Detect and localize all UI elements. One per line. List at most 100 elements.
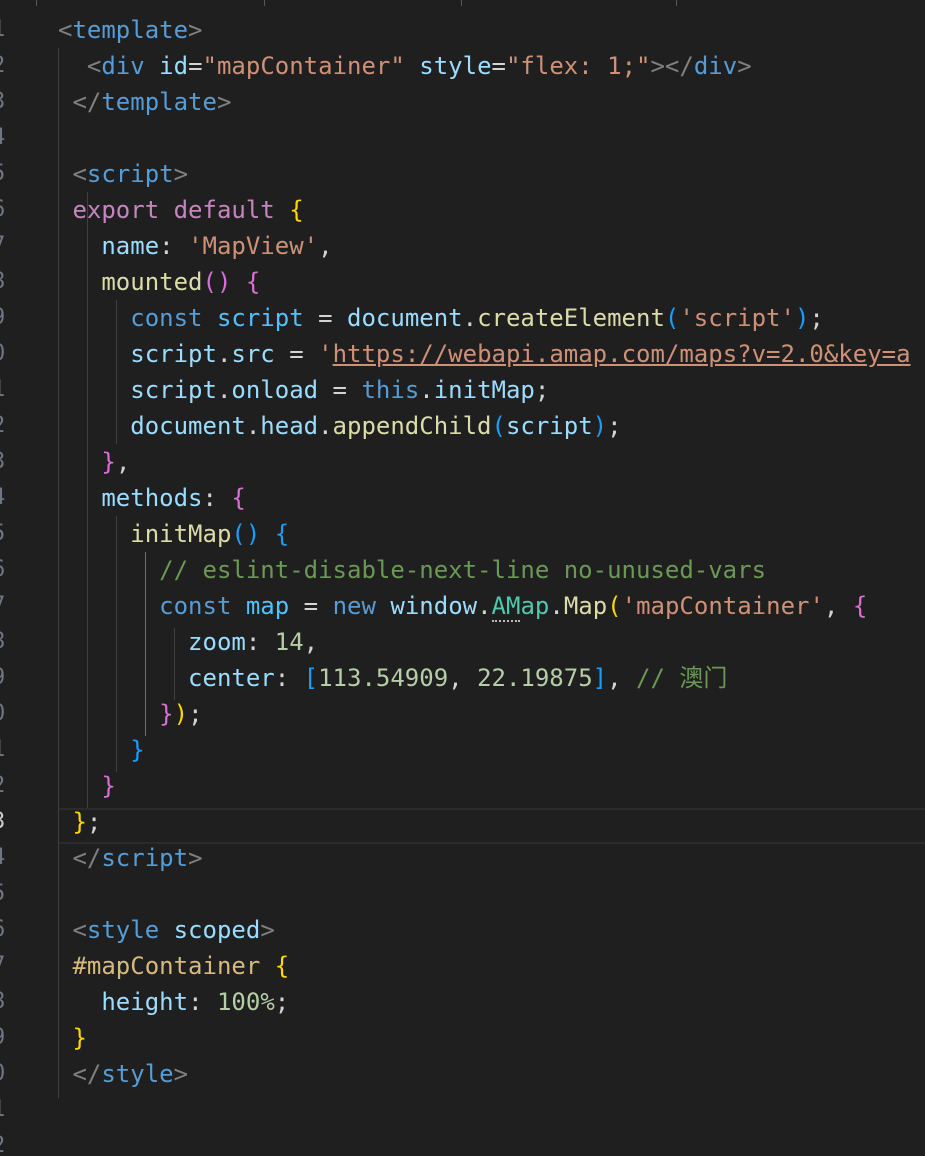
code-line[interactable]: 8 mounted() { — [0, 264, 925, 300]
code-line[interactable]: 3 }, — [0, 444, 925, 480]
code-token: center — [188, 664, 275, 692]
code-token: } — [72, 1024, 87, 1052]
code-token: . — [216, 340, 232, 368]
code-line[interactable]: 2 — [0, 1128, 925, 1156]
code-line[interactable]: 5 — [0, 876, 925, 912]
code-line[interactable]: 1 script.onload = this.initMap; — [0, 372, 925, 408]
code-text: }; — [58, 804, 101, 840]
code-token: </ — [72, 844, 102, 872]
code-line[interactable]: 9 } — [0, 1020, 925, 1056]
code-line[interactable]: 6 <style scoped> — [0, 912, 925, 948]
tab-separator — [461, 0, 462, 6]
code-token: } — [101, 772, 116, 800]
code-line[interactable]: 9 center: [113.54909, 22.19875], // 澳门 — [0, 660, 925, 696]
code-token: const — [130, 304, 203, 332]
code-token: ( — [491, 412, 506, 440]
code-token: ap — [520, 592, 550, 620]
code-line[interactable]: 3 }; — [0, 804, 925, 840]
code-token: = — [188, 52, 203, 80]
code-token: document — [347, 304, 463, 332]
code-token: </ — [72, 88, 102, 116]
code-line[interactable]: 7 name: 'MapView', — [0, 228, 925, 264]
code-token: : — [202, 484, 232, 512]
code-line[interactable]: 4 </script> — [0, 840, 925, 876]
code-token: ; — [188, 700, 203, 728]
code-line[interactable]: 0 </style> — [0, 1056, 925, 1092]
code-line[interactable]: 7 #mapContainer { — [0, 948, 925, 984]
code-line[interactable]: 5 initMap() { — [0, 516, 925, 552]
code-token: script — [505, 412, 593, 440]
code-line[interactable]: 5 <script> — [0, 156, 925, 192]
line-number: 1 — [0, 372, 12, 408]
code-token: script — [130, 340, 217, 368]
code-line[interactable]: 0 }); — [0, 696, 925, 732]
code-line[interactable]: 9 const script = document.createElement(… — [0, 300, 925, 336]
code-line[interactable]: 8 height: 100%; — [0, 984, 925, 1020]
code-line[interactable]: 2 document.head.appendChild(script); — [0, 408, 925, 444]
code-text: } — [58, 768, 116, 804]
code-token: "flex: 1;" — [505, 52, 651, 80]
code-line[interactable]: 7 const map = new window.AMap.Map('mapCo… — [0, 588, 925, 624]
code-line[interactable]: 4 methods: { — [0, 480, 925, 516]
code-line[interactable]: 4 — [0, 120, 925, 156]
code-line[interactable]: 2 } — [0, 768, 925, 804]
code-token: ; — [809, 304, 824, 332]
code-token: : — [159, 232, 189, 260]
code-token: = — [318, 376, 362, 404]
code-token: < — [58, 16, 73, 44]
code-token: < — [86, 52, 102, 80]
code-line[interactable]: 1 <template> — [0, 12, 925, 48]
code-line[interactable]: 0 script.src = 'https://webapi.amap.com/… — [0, 336, 925, 372]
code-token: . — [462, 304, 478, 332]
code-token: < — [72, 916, 87, 944]
code-token: Map — [563, 592, 608, 620]
code-token: { — [289, 196, 304, 224]
line-number: 7 — [0, 948, 12, 984]
code-text: <div id="mapContainer" style="flex: 1;">… — [58, 48, 752, 84]
tab-strip-fragment — [0, 0, 925, 6]
code-token: ) — [794, 304, 810, 332]
code-token: : — [245, 628, 275, 656]
code-text: mounted() { — [58, 264, 260, 300]
code-line[interactable]: 6 // eslint-disable-next-line no-unused-… — [0, 552, 925, 588]
line-number: 6 — [0, 192, 12, 228]
code-token: { — [274, 520, 290, 548]
code-line[interactable]: 6 export default { — [0, 192, 925, 228]
code-token: height — [101, 988, 189, 1016]
code-token: { — [274, 952, 290, 980]
code-token: } — [72, 808, 87, 836]
code-token: map — [245, 592, 290, 620]
code-line[interactable]: 3 </template> — [0, 84, 925, 120]
code-line[interactable]: 8 zoom: 14, — [0, 624, 925, 660]
code-line[interactable]: 1 } — [0, 732, 925, 768]
code-token: scoped — [173, 916, 261, 944]
line-number: 0 — [0, 696, 12, 732]
code-line[interactable]: 1 — [0, 1092, 925, 1128]
code-line[interactable]: 2 <div id="mapContainer" style="flex: 1;… — [0, 48, 925, 84]
code-token: > — [188, 16, 203, 44]
code-token: () — [202, 268, 232, 296]
line-number: 2 — [0, 768, 12, 804]
code-text: const script = document.createElement('s… — [58, 300, 824, 336]
code-token: export default — [72, 196, 275, 224]
code-token: https://webapi.amap.com/maps?v=2.0&key=a — [332, 340, 911, 368]
code-text: // eslint-disable-next-line no-unused-va… — [58, 552, 766, 588]
line-number: 9 — [0, 660, 12, 696]
line-number: 2 — [0, 408, 12, 444]
code-token: . — [245, 412, 261, 440]
code-token: document — [130, 412, 246, 440]
code-editor[interactable]: 1<template>2 <div id="mapContainer" styl… — [0, 0, 925, 1156]
code-token: script — [130, 376, 217, 404]
line-number: 1 — [0, 732, 12, 768]
